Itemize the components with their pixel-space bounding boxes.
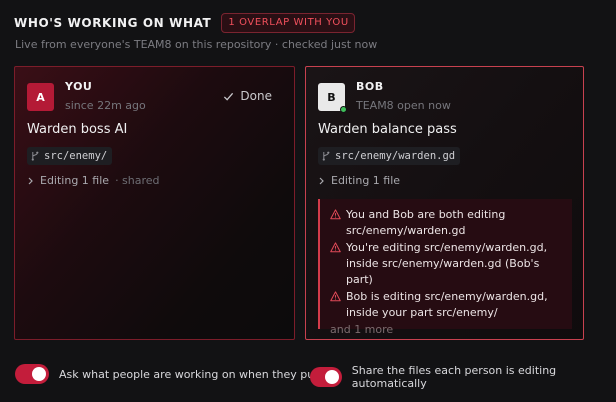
person-meta: TEAM8 open now: [356, 99, 451, 112]
task-title: Warden balance pass: [318, 122, 457, 137]
avatar: A: [27, 83, 54, 111]
warning-item: Bob is editing src/enemy/warden.gd, insi…: [330, 289, 564, 321]
avatar-letter: B: [327, 90, 336, 104]
shared-label: · shared: [115, 174, 160, 187]
chevron-right-icon: [319, 177, 324, 184]
branch-icon: [31, 151, 39, 161]
done-button-label: Done: [240, 89, 272, 103]
warning-triangle-icon: [330, 242, 341, 253]
share-files-toggle[interactable]: [310, 367, 342, 387]
person-meta: since 22m ago: [65, 99, 146, 112]
check-icon: [224, 92, 234, 101]
chevron-right-icon: [28, 177, 33, 184]
path-text: src/enemy/warden.gd: [335, 150, 456, 162]
overlap-badge: 1 OVERLAP WITH YOU: [221, 13, 355, 33]
task-title: Warden boss AI: [27, 122, 128, 137]
person-name: BOB: [356, 80, 384, 93]
avatar: B: [318, 83, 347, 113]
overlap-warnings: You and Bob are both editing src/enemy/w…: [318, 199, 572, 336]
status-subtitle: Live from everyone's TEAM8 on this repos…: [15, 38, 378, 51]
path-chip: src/enemy/warden.gd: [318, 147, 461, 165]
done-button[interactable]: Done: [223, 89, 272, 103]
online-indicator: [340, 106, 347, 113]
editing-toggle[interactable]: Editing 1 file · shared: [27, 174, 160, 187]
setting-share-files: Share the files each person is editing a…: [310, 364, 616, 390]
toggle-knob: [32, 367, 46, 381]
ask-on-pull-label: Ask what people are working on when they…: [59, 367, 321, 381]
header: WHO'S WORKING ON WHAT 1 OVERLAP WITH YOU: [14, 13, 355, 33]
warning-item: You're editing src/enemy/warden.gd, insi…: [330, 240, 564, 288]
person-card-you: A YOU since 22m ago Done Warden boss AI …: [14, 66, 295, 340]
person-name: YOU: [65, 80, 93, 93]
toggle-knob: [324, 370, 339, 384]
page-title: WHO'S WORKING ON WHAT: [14, 16, 212, 30]
share-files-label: Share the files each person is editing a…: [351, 364, 557, 390]
editing-label: Editing 1 file: [40, 174, 110, 187]
warning-text: You and Bob are both editing src/enemy/w…: [346, 208, 506, 237]
warning-triangle-icon: [330, 291, 341, 302]
ask-on-pull-toggle[interactable]: [15, 364, 49, 384]
warning-item: You and Bob are both editing src/enemy/w…: [330, 207, 564, 239]
branch-icon: [322, 151, 330, 161]
more-warnings-link[interactable]: and 1 more: [330, 323, 564, 336]
path-chip: src/enemy/: [27, 147, 113, 165]
setting-ask-on-pull: Ask what people are working on when they…: [15, 364, 320, 384]
warning-text: Bob is editing src/enemy/warden.gd, insi…: [346, 290, 548, 319]
path-text: src/enemy/: [44, 150, 108, 162]
warning-text: You're editing src/enemy/warden.gd, insi…: [346, 241, 548, 286]
editing-toggle[interactable]: Editing 1 file: [318, 174, 400, 187]
editing-label: Editing 1 file: [331, 174, 401, 187]
person-card-bob: B BOB TEAM8 open now Warden balance pass…: [305, 66, 584, 340]
warning-triangle-icon: [330, 209, 341, 220]
